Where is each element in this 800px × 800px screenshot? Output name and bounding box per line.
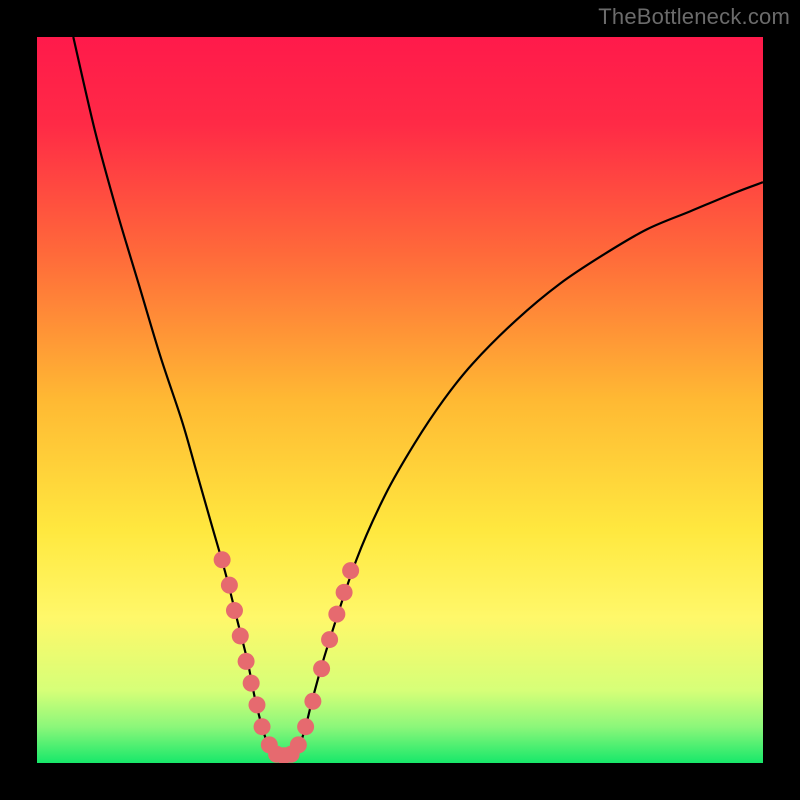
marker-point	[290, 736, 307, 753]
plot-area	[37, 37, 763, 763]
marker-point	[313, 660, 330, 677]
marker-point	[248, 696, 265, 713]
marker-point	[336, 584, 353, 601]
marker-point	[254, 718, 271, 735]
marker-point	[304, 693, 321, 710]
marker-point	[214, 551, 231, 568]
marker-point	[297, 718, 314, 735]
marker-point	[232, 627, 249, 644]
gradient-background	[37, 37, 763, 763]
marker-point	[342, 562, 359, 579]
marker-point	[221, 577, 238, 594]
marker-point	[328, 606, 345, 623]
marker-point	[321, 631, 338, 648]
marker-point	[243, 675, 260, 692]
chart-svg	[37, 37, 763, 763]
outer-frame: TheBottleneck.com	[0, 0, 800, 800]
marker-point	[226, 602, 243, 619]
marker-point	[238, 653, 255, 670]
attribution-text: TheBottleneck.com	[598, 4, 790, 30]
